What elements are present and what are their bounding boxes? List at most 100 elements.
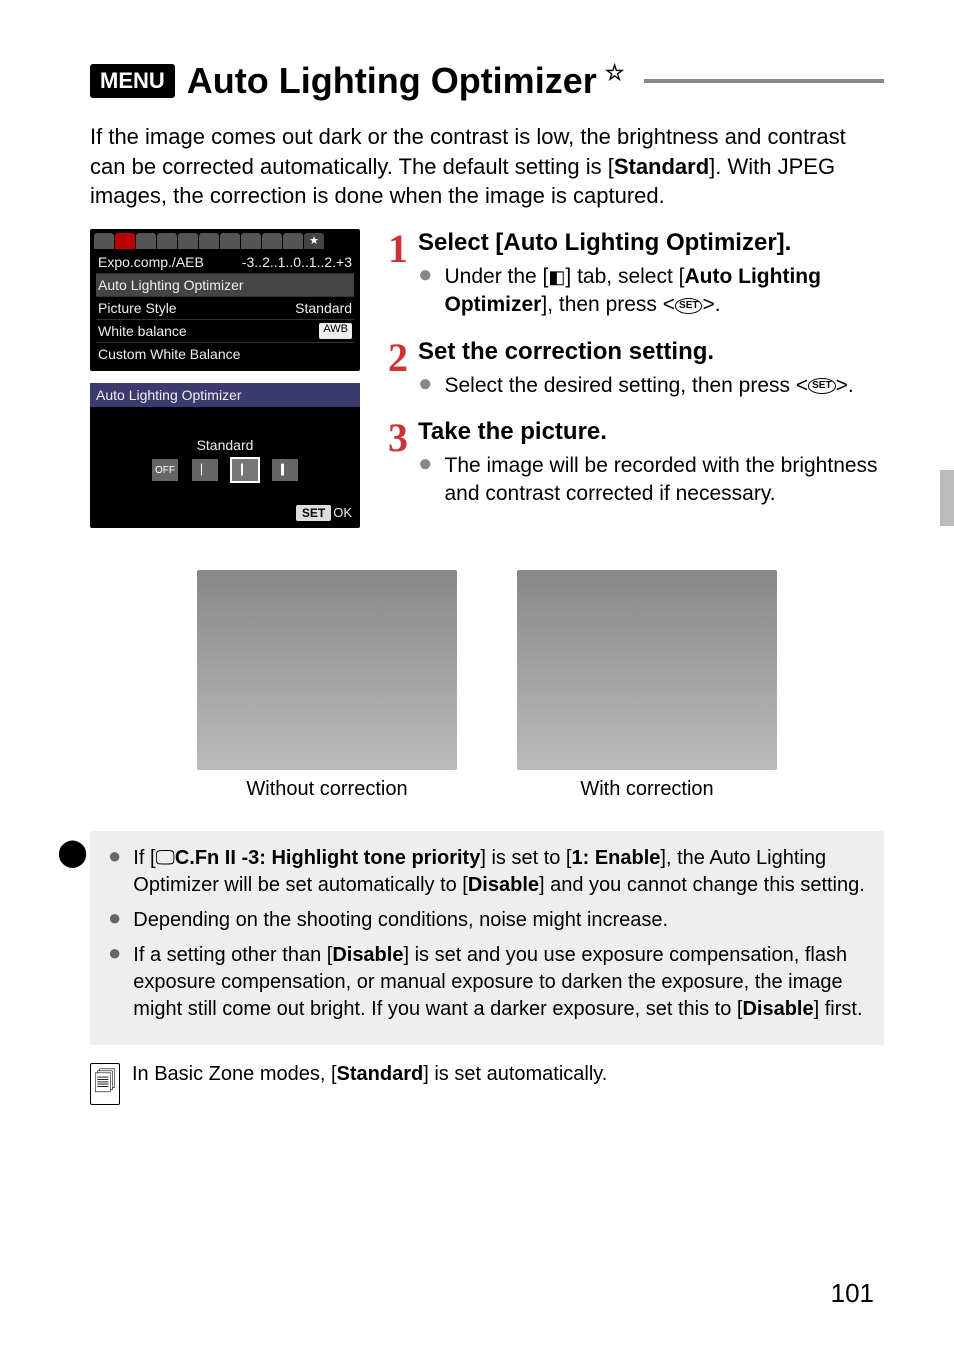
example-with-correction-image	[517, 570, 777, 770]
menu-label: Picture Style	[98, 300, 177, 316]
menu-label: Auto Lighting Optimizer	[98, 277, 244, 293]
example-without-correction-image	[197, 570, 457, 770]
bullet-icon: ●	[418, 452, 433, 509]
caution-text: ] is set to [	[480, 847, 571, 869]
step-bullet: ● The image will be recorded with the br…	[418, 452, 884, 509]
caution-text: ] and you cannot change this setting.	[539, 874, 865, 896]
step-heading: Select [Auto Lighting Optimizer].	[418, 229, 884, 257]
bullet-text: Under the [	[445, 265, 549, 288]
tab-icon	[199, 233, 219, 249]
caution-item: ● If [🖵C.Fn II -3: Highlight tone priori…	[108, 845, 866, 899]
note-bold: Standard	[337, 1063, 424, 1085]
step-heading: Take the picture.	[418, 418, 884, 446]
tab-icon	[262, 233, 282, 249]
note-row: 🗐 In Basic Zone modes, [Standard] is set…	[90, 1063, 884, 1105]
alo-option-standard-icon: ▎	[232, 459, 258, 481]
tab-icon	[115, 233, 135, 249]
page-title-text: Auto Lighting Optimizer	[187, 60, 597, 101]
bullet-text: >.	[702, 293, 720, 316]
example-caption: Without correction	[197, 778, 457, 801]
menu-row: Picture Style Standard	[96, 297, 354, 320]
set-icon: SET	[675, 298, 702, 314]
bullet-text: >.	[836, 374, 854, 397]
example-images: Without correction With correction	[90, 570, 884, 801]
intro-paragraph: If the image comes out dark or the contr…	[90, 122, 884, 211]
tab-icon	[94, 233, 114, 249]
menu-label: Custom White Balance	[98, 346, 240, 362]
note-text: In Basic Zone modes, [	[132, 1063, 337, 1085]
step-3: 3 Take the picture. ● The image will be …	[378, 418, 884, 513]
menu-tabs: ★	[90, 229, 360, 249]
star-icon: ☆	[605, 60, 625, 85]
bullet-icon: ●	[418, 263, 433, 320]
camera-menu-screenshot-1: ★ Expo.comp./AEB -3..2..1..0..1..2.+3 Au…	[90, 229, 360, 371]
bullet-text: The image will be recorded with the brig…	[445, 452, 885, 509]
tab-icon	[157, 233, 177, 249]
intro-bold: Standard	[614, 154, 709, 179]
camera-menu-screenshot-2: Auto Lighting Optimizer Standard OFF ▏ ▎…	[90, 383, 360, 528]
alo-title: Auto Lighting Optimizer	[90, 383, 360, 407]
alo-options: OFF ▏ ▎ ▍	[90, 459, 360, 501]
menu-label: Expo.comp./AEB	[98, 254, 204, 270]
alo-option-strong-icon: ▍	[272, 459, 298, 481]
step-bullet: ● Under the [◧] tab, select [Auto Lighti…	[418, 263, 884, 320]
tab-icon	[283, 233, 303, 249]
step-number: 2	[378, 338, 418, 404]
menu-label: White balance	[98, 323, 187, 339]
bullet-text: ] tab, select [	[565, 265, 684, 288]
menu-row-highlighted: Auto Lighting Optimizer	[96, 274, 354, 297]
bullet-icon: ●	[108, 907, 121, 934]
alo-option-low-icon: ▏	[192, 459, 218, 481]
awb-badge: AWB	[319, 323, 352, 339]
alo-selected-label: Standard	[90, 437, 360, 453]
caution-bold: Disable	[468, 874, 539, 896]
caution-bold: 1: Enable	[572, 847, 661, 869]
menu-row: Expo.comp./AEB -3..2..1..0..1..2.+3	[96, 251, 354, 274]
camera-tab-icon: ◧	[548, 267, 565, 287]
caution-icon: ⬤	[58, 835, 87, 870]
bullet-text: Select the desired setting, then press <	[445, 374, 809, 397]
caution-bold: Disable	[742, 998, 813, 1020]
menu-row: Custom White Balance	[96, 343, 354, 365]
caution-item: ● Depending on the shooting conditions, …	[108, 907, 866, 934]
set-button-badge: SET	[296, 505, 331, 521]
step-number: 1	[378, 229, 418, 324]
tab-icon	[136, 233, 156, 249]
caution-box: ⬤ ● If [🖵C.Fn II -3: Highlight tone prio…	[90, 831, 884, 1045]
step-heading: Set the correction setting.	[418, 338, 884, 366]
alo-option-off-icon: OFF	[152, 459, 178, 481]
menu-badge: MENU	[90, 64, 175, 98]
set-icon: SET	[808, 378, 835, 394]
step-bullet: ● Select the desired setting, then press…	[418, 372, 884, 400]
alo-ok-row: SETOK	[90, 501, 360, 524]
note-icon: 🗐	[90, 1063, 120, 1105]
menu-row: White balance AWB	[96, 320, 354, 343]
caution-text: If [	[133, 847, 155, 869]
step-1: 1 Select [Auto Lighting Optimizer]. ● Un…	[378, 229, 884, 324]
tab-icon	[241, 233, 261, 249]
caution-bold: Disable	[332, 944, 403, 966]
menu-value: -3..2..1..0..1..2.+3	[242, 254, 352, 270]
tab-star-icon: ★	[304, 233, 324, 249]
tab-icon	[178, 233, 198, 249]
page-title: Auto Lighting Optimizer ☆	[187, 60, 625, 102]
ok-label: OK	[333, 505, 352, 520]
page-side-tab	[940, 470, 954, 526]
caution-text: If a setting other than [	[133, 944, 332, 966]
title-rule	[644, 79, 884, 83]
example-caption: With correction	[517, 778, 777, 801]
custom-fn-icon: 🖵	[156, 847, 175, 869]
tab-icon	[220, 233, 240, 249]
menu-value: Standard	[295, 300, 352, 316]
bullet-icon: ●	[108, 845, 121, 899]
caution-text: Depending on the shooting conditions, no…	[133, 907, 668, 934]
caution-text: ] first.	[814, 998, 863, 1020]
step-2: 2 Set the correction setting. ● Select t…	[378, 338, 884, 404]
menu-list: Expo.comp./AEB -3..2..1..0..1..2.+3 Auto…	[90, 249, 360, 367]
note-text: ] is set automatically.	[423, 1063, 607, 1085]
bullet-text: ], then press <	[541, 293, 675, 316]
caution-item: ● If a setting other than [Disable] is s…	[108, 942, 866, 1023]
caution-bold: C.Fn II -3: Highlight tone priority	[175, 847, 481, 869]
step-number: 3	[378, 418, 418, 513]
bullet-icon: ●	[418, 372, 433, 400]
